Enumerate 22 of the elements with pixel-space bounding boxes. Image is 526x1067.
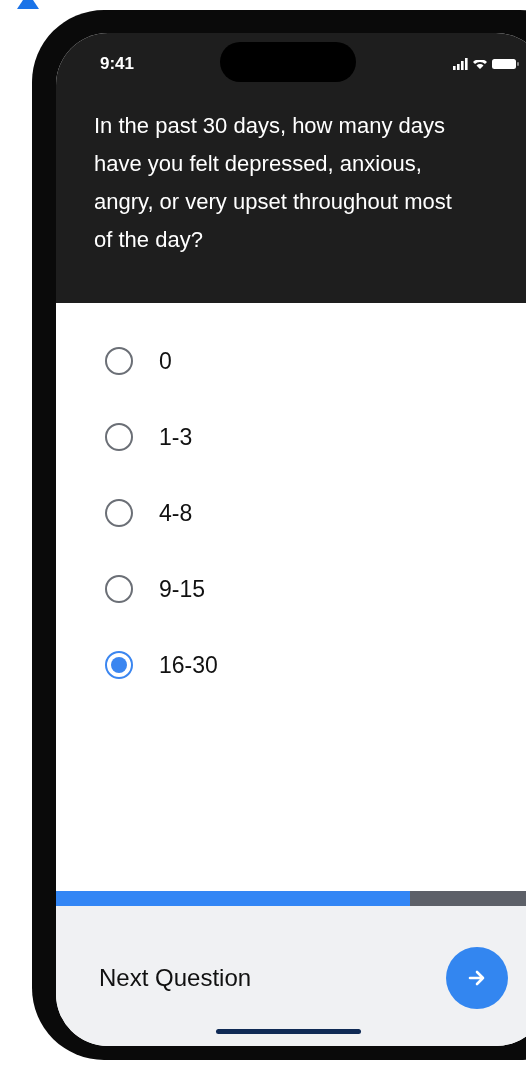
answer-option[interactable]: 4-8 [105, 495, 193, 531]
signal-icon [453, 58, 468, 70]
answer-option[interactable]: 16-30 [105, 647, 218, 683]
status-time: 9:41 [100, 54, 135, 74]
option-label: 9-15 [159, 575, 206, 603]
question-text: In the past 30 days, how many days have you felt depressed, anxious, angry, or very upset throughout most of the day? [94, 112, 453, 254]
next-question-label: Next Question [99, 964, 252, 992]
battery-icon [492, 59, 519, 69]
answer-option[interactable]: 9-15 [105, 571, 206, 607]
answer-option[interactable]: 1-3 [105, 419, 193, 455]
option-label: 0 [159, 347, 172, 375]
radio-button[interactable] [105, 423, 133, 451]
wifi-icon [473, 59, 487, 69]
radio-button[interactable] [105, 499, 133, 527]
radio-button[interactable] [105, 651, 133, 679]
option-label: 4-8 [159, 499, 193, 527]
answer-option[interactable]: 0 [105, 343, 172, 379]
option-label: 16-30 [159, 651, 218, 679]
radio-button[interactable] [105, 575, 133, 603]
option-label: 1-3 [159, 423, 193, 451]
arrow-right-icon [468, 970, 486, 986]
radio-button[interactable] [105, 347, 133, 375]
